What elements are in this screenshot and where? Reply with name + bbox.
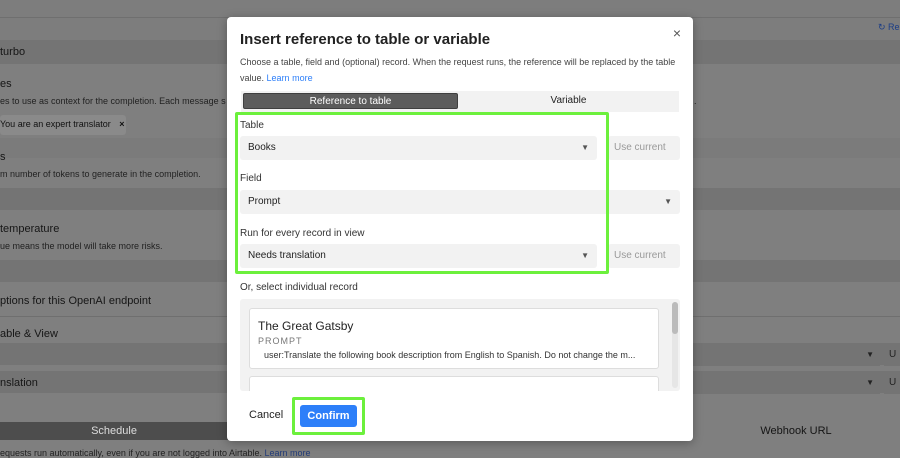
model-text: turbo	[0, 46, 26, 58]
scroll-thumb[interactable]	[672, 302, 678, 334]
trailing-dot: .	[694, 96, 697, 106]
chevron-down-icon: ▼	[581, 251, 589, 260]
insert-reference-modal: × Insert reference to table or variable …	[227, 17, 693, 441]
record-list-scrollbar[interactable]	[672, 302, 678, 388]
schedule-tab[interactable]: Schedule	[0, 422, 228, 440]
use-current-view-button[interactable]: Use current	[608, 244, 680, 268]
tokens-title: s	[0, 151, 6, 163]
close-icon[interactable]: ×	[673, 25, 681, 41]
use-current-button[interactable]: Use current	[608, 136, 680, 160]
modal-description: Choose a table, field and (optional) rec…	[240, 54, 680, 86]
tab-variable[interactable]: Variable	[461, 93, 676, 109]
chip-text: You are an expert translator	[0, 119, 111, 129]
cancel-button[interactable]: Cancel	[249, 409, 283, 421]
chevron-down-icon: ▼	[581, 143, 589, 152]
table-select-value: Books	[248, 142, 276, 153]
footer-text: equests run automatically, even if you a…	[0, 448, 311, 458]
field-select[interactable]: Prompt ▼	[240, 190, 680, 214]
record-field-name: PROMPT	[258, 336, 303, 346]
view-select[interactable]: Needs translation ▼	[240, 244, 597, 268]
temperature-title: temperature	[0, 223, 60, 235]
record-list: The Great Gatsby PROMPT user:Translate t…	[240, 299, 680, 391]
refresh-link[interactable]: ↻ Re	[878, 22, 900, 33]
table-select[interactable]: Books ▼	[240, 136, 597, 160]
options-title: ptions for this OpenAI endpoint	[0, 295, 152, 307]
learn-more-link[interactable]: Learn more	[267, 73, 313, 83]
record-field-value: user:Translate the following book descri…	[264, 350, 636, 360]
messages-title: es	[0, 78, 12, 90]
table-view-label: able & View	[0, 328, 58, 340]
webhook-tab[interactable]: Webhook URL	[692, 422, 900, 440]
message-chip[interactable]: You are an expert translator ×	[0, 115, 126, 135]
view-select-value: Needs translation	[248, 250, 326, 261]
footer-desc: equests run automatically, even if you a…	[0, 448, 262, 458]
messages-desc: es to use as context for the completion.…	[0, 96, 226, 106]
field-label: Field	[240, 173, 262, 184]
footer-learn-more-link[interactable]: Learn more	[265, 448, 311, 458]
confirm-button[interactable]: Confirm	[300, 405, 357, 427]
translation-label: nslation	[0, 377, 38, 389]
chevron-down-icon: ▼	[664, 197, 672, 206]
modal-title: Insert reference to table or variable	[240, 31, 491, 48]
record-title: The Great Gatsby	[258, 319, 354, 333]
table-label: Table	[240, 120, 264, 131]
temperature-desc: ue means the model will take more risks.	[0, 241, 163, 251]
record-card[interactable]: The Great Gatsby PROMPT user:Translate t…	[249, 308, 659, 369]
record-card[interactable]	[249, 376, 659, 391]
field-select-value: Prompt	[248, 196, 281, 207]
confirm-highlight: Confirm	[292, 397, 365, 435]
use-current-right-1[interactable]: U	[884, 344, 900, 366]
use-current-right-2[interactable]: U	[884, 372, 900, 394]
records-label: Or, select individual record	[240, 282, 358, 293]
tab-reference-to-table[interactable]: Reference to table	[243, 93, 458, 109]
tokens-desc: m number of tokens to generate in the co…	[0, 169, 201, 179]
view-select-right[interactable]: ▼	[692, 372, 880, 394]
reference-tabs: Reference to table Variable	[241, 91, 679, 112]
chip-remove-icon[interactable]: ×	[119, 119, 124, 129]
table-select-right[interactable]: ▼	[692, 344, 880, 366]
run-for-every-label: Run for every record in view	[240, 228, 365, 239]
